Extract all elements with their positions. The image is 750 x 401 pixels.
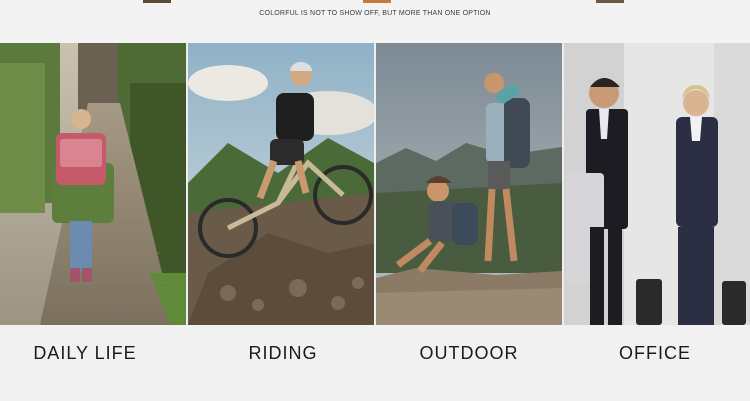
- color-swatch-1: [143, 0, 171, 3]
- office-photo: [564, 43, 750, 325]
- label-daily-life: DAILY LIFE: [33, 343, 137, 363]
- top-banner: COLORFUL IS NOT TO SHOW OFF, BUT MORE TH…: [0, 0, 750, 43]
- label-riding: RIDING: [248, 343, 318, 363]
- scene-photo-strip: [0, 43, 750, 325]
- label-office: OFFICE: [619, 343, 691, 363]
- label-outdoor: OUTDOOR: [419, 343, 519, 363]
- riding-photo: [188, 43, 374, 325]
- scene-labels: DAILY LIFE RIDING OUTDOOR OFFICE: [0, 325, 750, 401]
- daily-life-photo: [0, 43, 186, 325]
- outdoor-photo: [376, 43, 562, 325]
- tagline: COLORFUL IS NOT TO SHOW OFF, BUT MORE TH…: [259, 10, 491, 17]
- color-swatch-2: [363, 0, 391, 3]
- color-swatch-3: [596, 0, 624, 3]
